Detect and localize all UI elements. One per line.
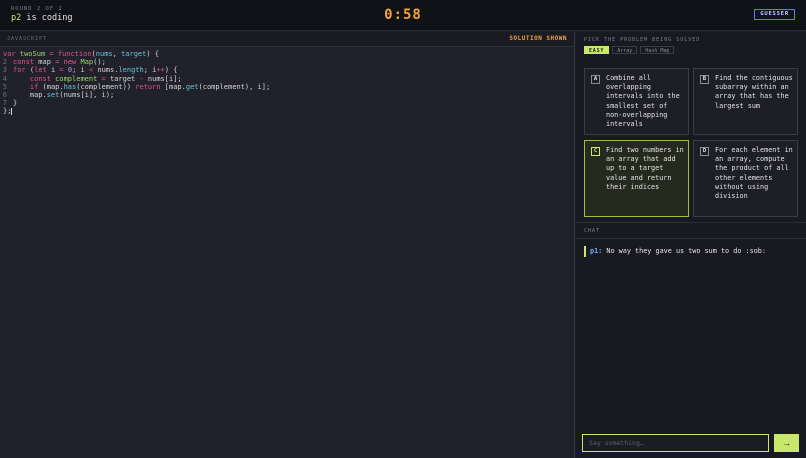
code-line: 3 for (let i = 0; i < nums.length; i++) { [0, 66, 574, 74]
solution-status: SOLUTION SHOWN [509, 35, 567, 42]
code-line: 2 const map = new Map(); [0, 58, 574, 66]
option-letter: D [700, 147, 709, 156]
message-text: No way they gave us two sum to do :sob: [606, 247, 766, 255]
option-letter: C [591, 147, 600, 156]
chat-input-box[interactable] [582, 434, 769, 452]
option-letter: A [591, 75, 600, 84]
line-number: 4 [2, 74, 7, 83]
code-editor[interactable]: JAVASCRIPT SOLUTION SHOWN 1var twoSum = … [0, 32, 575, 458]
option-letter: B [700, 75, 709, 84]
line-number: 2 [2, 58, 7, 67]
role-badge: GUESSER [754, 9, 795, 20]
code-line: 6 map.set(nums[i], i); [0, 91, 574, 99]
line-number: 6 [2, 91, 7, 100]
chat-message: p1: No way they gave us two sum to do :s… [584, 246, 766, 257]
countdown-timer: 0:58 [384, 7, 422, 23]
code-line: 1var twoSum = function(nums, target) { [3, 50, 160, 58]
problem-option-b[interactable]: B Find the contiguous subarray within an… [693, 68, 798, 135]
section-divider [576, 238, 806, 239]
code-line: 5 if (map.has(complement)) return [map.g… [0, 83, 574, 91]
language-label: JAVASCRIPT [7, 36, 48, 42]
problem-option-c[interactable]: C Find two numbers in an array that add … [584, 140, 689, 217]
chat-input[interactable] [589, 439, 768, 447]
option-text: Find the contiguous subarray within an a… [715, 74, 793, 110]
option-text: For each element in an array, compute th… [715, 146, 793, 201]
code-line: 8}; [3, 107, 13, 116]
line-number: 3 [2, 66, 7, 75]
line-number: 7 [2, 99, 7, 108]
problem-option-d[interactable]: D For each element in an array, compute … [693, 140, 798, 217]
code-area[interactable]: 1var twoSum = function(nums, target) { 2… [0, 47, 574, 116]
topic-tag: Hash Map [640, 46, 675, 54]
guess-panel: PICK THE PROBLEM BEING SOLVED EASY Array… [576, 32, 806, 458]
problem-tags: EASY Array Hash Map [584, 46, 675, 54]
top-bar: ROUND 2 OF 2 p2 is coding 0:58 GUESSER [0, 0, 806, 31]
option-text: Combine all overlapping intervals into t… [606, 74, 680, 129]
text-cursor [11, 107, 13, 115]
problem-option-a[interactable]: A Combine all overlapping intervals into… [584, 68, 689, 135]
topic-tag: Array [612, 46, 638, 54]
send-button[interactable]: → [774, 434, 799, 452]
line-number: 5 [2, 82, 7, 91]
difficulty-tag: EASY [584, 46, 610, 54]
section-divider [576, 222, 806, 223]
option-text: Find two numbers in an array that add up… [606, 146, 684, 191]
message-author: p1: [590, 247, 603, 255]
picker-title: PICK THE PROBLEM BEING SOLVED [584, 37, 701, 43]
editor-header: JAVASCRIPT SOLUTION SHOWN [0, 32, 574, 47]
chat-title: CHAT [584, 228, 601, 234]
code-line: 4 const complement = target - nums[i]; [0, 75, 574, 83]
code-line: 7} [0, 99, 574, 107]
